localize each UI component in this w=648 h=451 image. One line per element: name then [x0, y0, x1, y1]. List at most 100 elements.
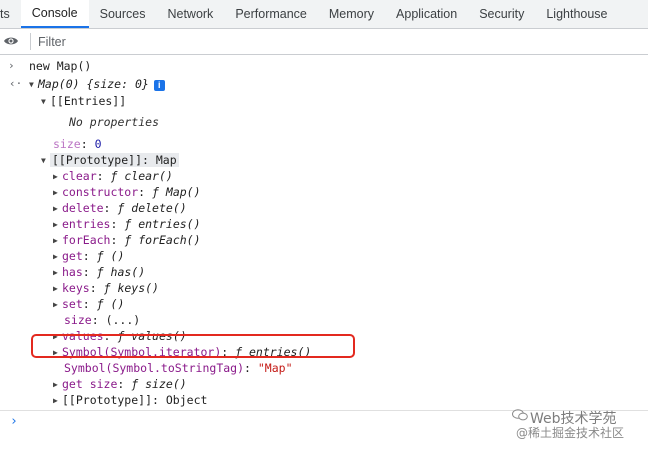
tree-member[interactable]: ▶ clear: ƒ clear() [53, 168, 173, 184]
proto2-value: Object [165, 393, 208, 407]
expanded-triangle-icon[interactable]: ▼ [41, 94, 50, 110]
member-key: keys [62, 281, 90, 295]
function-glyph: ƒ [152, 185, 159, 199]
filter-input[interactable] [34, 32, 648, 51]
collapsed-triangle-icon[interactable]: ▶ [53, 281, 62, 297]
tab-lighthouse[interactable]: Lighthouse [535, 0, 618, 28]
tree-member[interactable]: ▶ constructor: ƒ Map() [53, 184, 201, 200]
member-key: clear [62, 169, 97, 183]
function-glyph: ƒ [110, 169, 118, 183]
tab-label: ts [0, 7, 10, 21]
member-key: get [62, 249, 83, 263]
collapsed-triangle-icon[interactable]: ▶ [53, 169, 62, 185]
tab-label: Memory [328, 7, 375, 21]
collapsed-triangle-icon[interactable]: ▶ [53, 297, 62, 313]
expanded-triangle-icon[interactable]: ▼ [41, 153, 50, 169]
tree-prototype[interactable]: ▼ [[Prototype]]: Map [41, 152, 179, 168]
member-value: keys() [117, 281, 159, 295]
size-key: size [53, 137, 81, 151]
tab-label: Application [396, 7, 458, 21]
function-glyph: ƒ [96, 297, 104, 311]
input-chevron-icon: › [8, 59, 15, 72]
highlight-box [31, 334, 355, 358]
tree-member[interactable]: ▶ delete: ƒ delete() [53, 200, 187, 216]
size-value: 0 [94, 137, 102, 151]
collapsed-triangle-icon[interactable]: ▶ [53, 185, 62, 201]
proto2-label: [[Prototype]] [62, 393, 153, 407]
tab-elements-partial[interactable]: ts [0, 0, 21, 28]
member-value: has() [110, 265, 146, 279]
function-glyph: ƒ [96, 265, 104, 279]
map-summary: Map(0) [38, 77, 80, 91]
tab-security[interactable]: Security [468, 0, 535, 28]
tab-label: Security [479, 7, 525, 21]
console-toolbar [0, 29, 648, 55]
tostringtag-value: "Map" [257, 361, 293, 375]
toolbar-divider [30, 33, 31, 50]
tree-member[interactable]: ▶ keys: ƒ keys() [53, 280, 159, 296]
tree-get-size[interactable]: ▶ get size: ƒ size() [53, 376, 187, 392]
watermark-subtitle: @稀土掘金技术社区 [516, 426, 625, 440]
getsize-value: size() [145, 377, 187, 391]
tab-label: Network [167, 7, 214, 21]
no-properties-text: No properties [69, 115, 160, 129]
member-key: delete [62, 201, 104, 215]
tree-member[interactable]: ▶ forEach: ƒ forEach() [53, 232, 201, 248]
tree-prototype-object[interactable]: ▶ [[Prototype]]: Object [53, 392, 207, 408]
member-key: entries [62, 217, 111, 231]
tab-memory[interactable]: Memory [318, 0, 385, 28]
watermark: Web技术学苑 @稀土掘金技术社区 [512, 406, 642, 440]
input-text: new Map() [29, 59, 92, 73]
map-size-summary: {size: 0} [86, 77, 149, 91]
collapsed-triangle-icon[interactable]: ▶ [53, 265, 62, 281]
console-result-line[interactable]: ‹· ▼ Map(0) {size: 0} i [0, 76, 300, 92]
tab-network[interactable]: Network [156, 0, 224, 28]
expanded-triangle-icon[interactable]: ▼ [29, 77, 38, 93]
tree-size: size: 0 [53, 137, 102, 151]
tab-label: Console [31, 6, 78, 20]
collapsed-triangle-icon[interactable]: ▶ [53, 201, 62, 217]
tab-console[interactable]: Console [20, 0, 89, 28]
function-glyph: ƒ [131, 377, 139, 391]
tab-performance[interactable]: Performance [224, 0, 318, 28]
size-getter-value[interactable]: (...) [106, 313, 141, 327]
member-value: Map() [165, 185, 201, 199]
collapsed-triangle-icon[interactable]: ▶ [53, 249, 62, 265]
function-glyph: ƒ [117, 201, 125, 215]
wechat-logo-icon [512, 409, 528, 421]
tree-size-getter[interactable]: size: (...) [64, 312, 140, 328]
collapsed-triangle-icon[interactable]: ▶ [53, 217, 62, 233]
member-key: constructor [62, 185, 139, 199]
prompt-chevron-icon: › [10, 414, 18, 429]
function-glyph: ƒ [103, 281, 111, 295]
member-value: entries() [138, 217, 201, 231]
member-value: forEach() [138, 233, 201, 247]
tab-sources[interactable]: Sources [89, 0, 157, 28]
member-value: () [110, 249, 125, 263]
member-key: forEach [62, 233, 111, 247]
collapsed-triangle-icon[interactable]: ▶ [53, 377, 62, 393]
tab-application[interactable]: Application [385, 0, 468, 28]
function-glyph: ƒ [124, 233, 132, 247]
tree-entries[interactable]: ▼ [[Entries]] [41, 93, 126, 109]
entries-label: [[Entries]] [50, 94, 127, 108]
collapsed-triangle-icon[interactable]: ▶ [53, 393, 62, 409]
tree-member[interactable]: ▶ get: ƒ () [53, 248, 124, 264]
tab-label: Lighthouse [546, 7, 608, 21]
collapsed-triangle-icon[interactable]: ▶ [53, 233, 62, 249]
tree-member[interactable]: ▶ set: ƒ () [53, 296, 124, 312]
devtools-tab-bar: ts Console Sources Network Performance M… [0, 0, 648, 29]
tree-member[interactable]: ▶ entries: ƒ entries() [53, 216, 201, 232]
tree-symbol-tostringtag: Symbol(Symbol.toStringTag): "Map" [64, 361, 293, 375]
eye-icon[interactable] [3, 35, 19, 47]
member-key: has [62, 265, 83, 279]
prototype-label: [[Prototype]] [52, 153, 143, 167]
member-value: clear() [124, 169, 173, 183]
tree-member[interactable]: ▶ has: ƒ has() [53, 264, 145, 280]
tab-label: Sources [99, 7, 146, 21]
getsize-key: get size [62, 377, 118, 391]
member-key: set [62, 297, 83, 311]
member-value: () [110, 297, 125, 311]
tab-label: Performance [235, 7, 307, 21]
info-icon[interactable]: i [153, 80, 165, 91]
